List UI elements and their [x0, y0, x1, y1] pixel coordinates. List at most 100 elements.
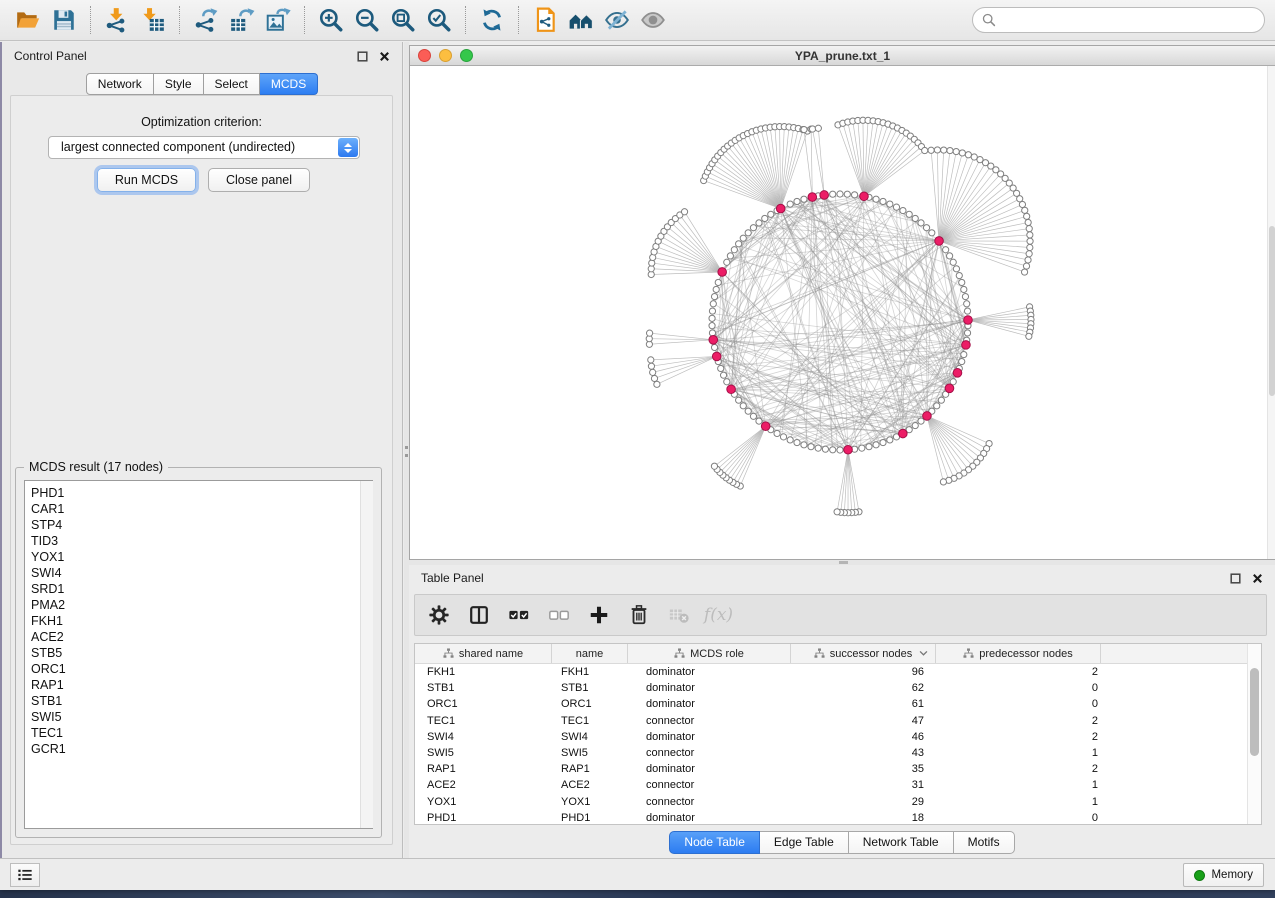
criterion-dropdown[interactable]: largest connected component (undirected) — [48, 136, 360, 159]
float-table-panel-icon[interactable] — [1230, 573, 1241, 584]
add-row-button[interactable] — [586, 603, 611, 628]
mcds-result-item[interactable]: STB5 — [31, 645, 372, 661]
mcds-result-item[interactable]: ACE2 — [31, 629, 372, 645]
mcds-result-item[interactable]: STB1 — [31, 693, 372, 709]
search-input[interactable] — [1002, 13, 1255, 27]
tab-mcds[interactable]: MCDS — [260, 73, 318, 95]
open-folder-button[interactable] — [10, 3, 46, 37]
table-row[interactable]: RAP1RAP1dominator352 — [415, 761, 1261, 777]
table-row[interactable]: SWI4SWI4dominator462 — [415, 729, 1261, 745]
float-panel-icon[interactable] — [357, 51, 368, 62]
mcds-result-item[interactable]: ORC1 — [31, 661, 372, 677]
save-button[interactable] — [46, 3, 82, 37]
table-cell: ORC1 — [415, 698, 552, 710]
table-cell: FKH1 — [415, 666, 552, 678]
zoom-fit-button[interactable] — [385, 3, 421, 37]
close-table-panel-icon[interactable] — [1252, 573, 1263, 584]
mcds-result-item[interactable]: GCR1 — [31, 741, 372, 757]
table-row[interactable]: PHD1PHD1dominator180 — [415, 810, 1261, 825]
tab-motifs[interactable]: Motifs — [954, 831, 1015, 854]
close-panel-icon[interactable] — [379, 51, 390, 62]
table-cell: STB1 — [415, 682, 552, 694]
memory-button[interactable]: Memory — [1183, 863, 1264, 887]
table-cell: TEC1 — [552, 715, 628, 727]
mcds-result-item[interactable]: TEC1 — [31, 725, 372, 741]
column-header-shared-name[interactable]: shared name — [415, 644, 552, 663]
close-panel-button[interactable]: Close panel — [208, 168, 310, 192]
zoom-in-button[interactable] — [313, 3, 349, 37]
minimize-window-icon[interactable] — [439, 49, 452, 62]
table-row[interactable]: TEC1TEC1connector472 — [415, 713, 1261, 729]
network-from-selection-button[interactable] — [527, 3, 563, 37]
tab-edge-table[interactable]: Edge Table — [760, 831, 849, 854]
tab-node-table[interactable]: Node Table — [669, 831, 760, 854]
ui-settings-button[interactable] — [10, 863, 40, 887]
first-neighbors-button[interactable] — [563, 3, 599, 37]
import-network-button[interactable] — [99, 3, 135, 37]
tab-network-table[interactable]: Network Table — [849, 831, 954, 854]
deselect-all-button[interactable] — [546, 603, 571, 628]
delete-row-button[interactable] — [626, 603, 651, 628]
mcds-result-item[interactable]: PMA2 — [31, 597, 372, 613]
export-image-button[interactable] — [260, 3, 296, 37]
add-row-icon — [588, 604, 610, 626]
search-box[interactable] — [972, 7, 1265, 33]
table-row[interactable]: SWI5SWI5connector431 — [415, 745, 1261, 761]
tab-network[interactable]: Network — [86, 73, 154, 95]
maximize-window-icon[interactable] — [460, 49, 473, 62]
close-window-icon[interactable] — [418, 49, 431, 62]
mcds-result-list[interactable]: PHD1CAR1STP4TID3YOX1SWI4SRD1PMA2FKH1ACE2… — [24, 480, 373, 829]
table-row[interactable]: ACE2ACE2connector311 — [415, 777, 1261, 793]
mcds-result-item[interactable]: STP4 — [31, 517, 372, 533]
columns-button[interactable] — [466, 603, 491, 628]
mcds-result-item[interactable]: TID3 — [31, 533, 372, 549]
mcds-result-item[interactable]: FKH1 — [31, 613, 372, 629]
network-graph[interactable] — [410, 66, 1268, 560]
hide-selected-button[interactable] — [599, 3, 635, 37]
export-table-button[interactable] — [224, 3, 260, 37]
table-row[interactable]: FKH1FKH1dominator962 — [415, 664, 1261, 680]
column-header-name[interactable]: name — [552, 644, 628, 663]
tab-select[interactable]: Select — [204, 73, 260, 95]
deselect-all-icon — [548, 604, 570, 626]
mcds-result-scrollbar[interactable] — [360, 481, 373, 828]
toolbar-separator — [465, 6, 466, 34]
table-row[interactable]: STB1STB1dominator620 — [415, 680, 1261, 696]
zoom-selected-button[interactable] — [421, 3, 457, 37]
mcds-result-item[interactable]: RAP1 — [31, 677, 372, 693]
sort-chevron-icon[interactable] — [919, 650, 928, 657]
table-row[interactable]: ORC1ORC1dominator610 — [415, 696, 1261, 712]
export-network-button[interactable] — [188, 3, 224, 37]
tab-style[interactable]: Style — [154, 73, 204, 95]
table-toolbar: f(x) — [414, 594, 1267, 636]
column-header-predecessor-nodes[interactable]: predecessor nodes — [936, 644, 1101, 663]
mcds-result-item[interactable]: CAR1 — [31, 501, 372, 517]
table-cell: ACE2 — [415, 779, 552, 791]
mcds-result-item[interactable]: PHD1 — [31, 485, 372, 501]
table-cell: 46 — [791, 731, 936, 743]
refresh-button[interactable] — [474, 3, 510, 37]
mcds-result-item[interactable]: YOX1 — [31, 549, 372, 565]
table-row[interactable]: YOX1YOX1connector291 — [415, 794, 1261, 810]
column-header-mcds-role[interactable]: MCDS role — [628, 644, 791, 663]
mcds-result-item[interactable]: SWI4 — [31, 565, 372, 581]
column-header-successor-nodes[interactable]: successor nodes — [791, 644, 936, 663]
network-vscrollbar[interactable] — [1267, 66, 1275, 559]
import-table-button[interactable] — [135, 3, 171, 37]
desktop: Control Panel NetworkStyleSelectMCDS Opt… — [0, 0, 1275, 898]
select-all-button[interactable] — [506, 603, 531, 628]
zoom-out-button[interactable] — [349, 3, 385, 37]
table-vscrollbar[interactable] — [1247, 644, 1261, 824]
cytoscape-window: Control Panel NetworkStyleSelectMCDS Opt… — [0, 0, 1275, 890]
criterion-value: largest connected component (undirected) — [61, 140, 295, 154]
destroy-table-button — [666, 603, 691, 628]
gear-button[interactable] — [426, 603, 451, 628]
show-all-button[interactable] — [635, 3, 671, 37]
mcds-result-item[interactable]: SRD1 — [31, 581, 372, 597]
run-mcds-button[interactable]: Run MCDS — [97, 168, 196, 192]
control-panel: Control Panel NetworkStyleSelectMCDS Opt… — [0, 42, 403, 858]
mcds-result-item[interactable]: SWI5 — [31, 709, 372, 725]
network-canvas[interactable] — [410, 66, 1275, 559]
table-cell: 2 — [936, 731, 1101, 743]
table-cell: YOX1 — [552, 796, 628, 808]
